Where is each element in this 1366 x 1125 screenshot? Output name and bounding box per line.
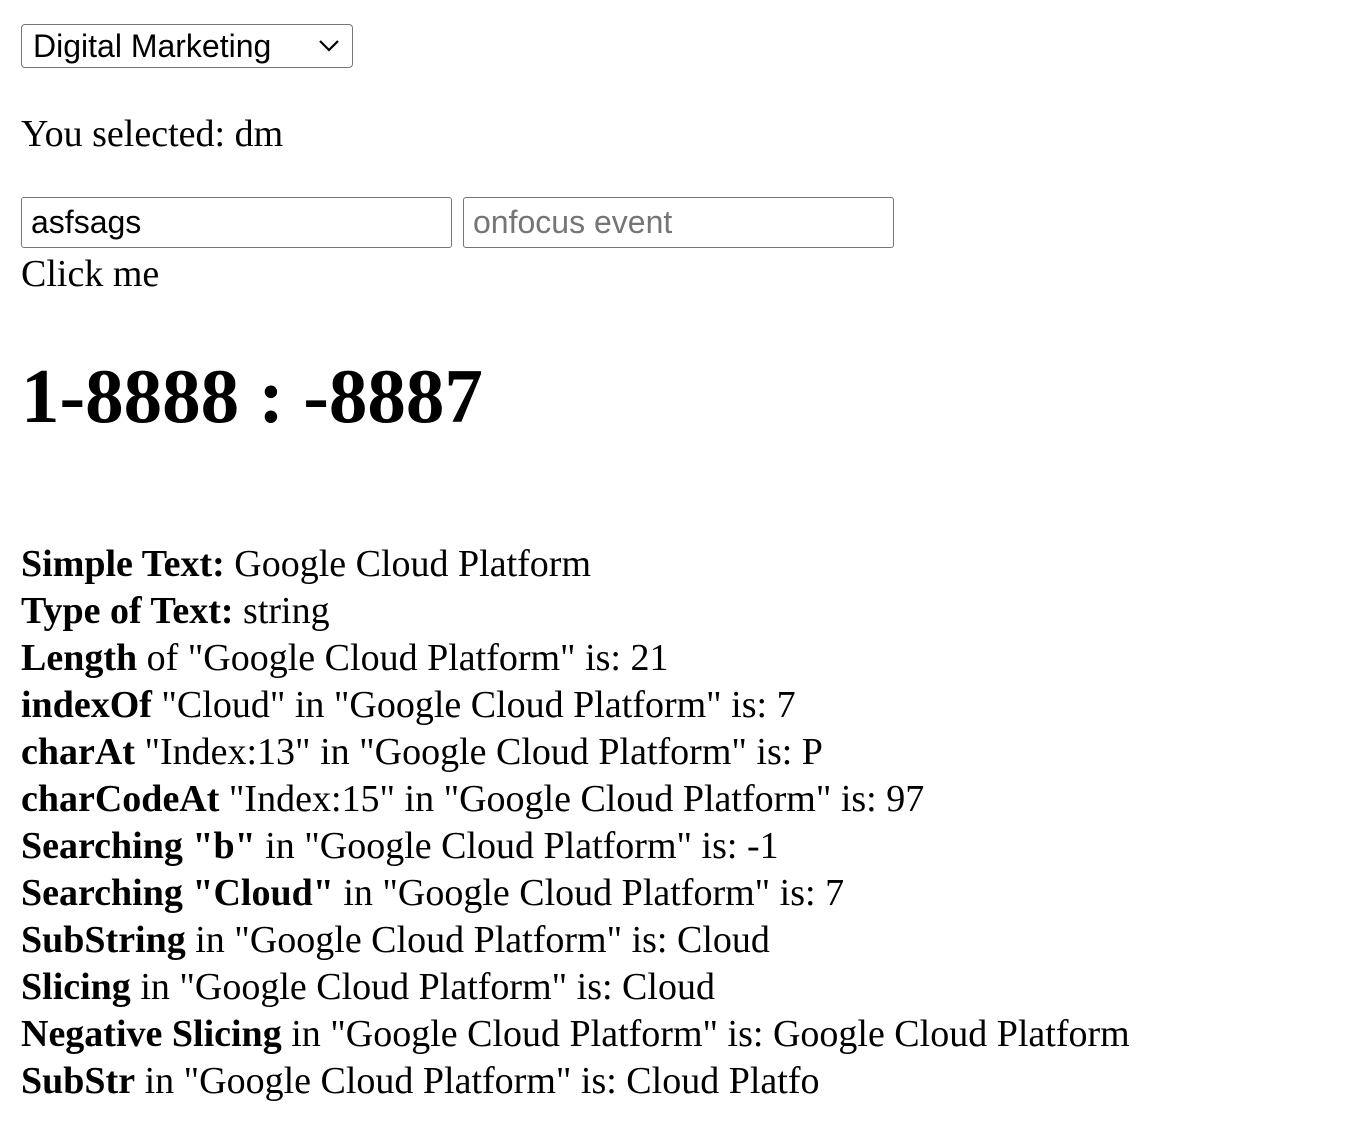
result-line: SubString in "Google Cloud Platform" is:… [21, 917, 1130, 964]
result-value: of "Google Cloud Platform" is: 21 [137, 637, 669, 679]
result-label: Negative Slicing [21, 1013, 282, 1055]
result-line: SubStr in "Google Cloud Platform" is: Cl… [21, 1058, 1130, 1105]
result-value: in "Google Cloud Platform" is: Cloud Pla… [135, 1060, 820, 1102]
result-value: "Cloud" in "Google Cloud Platform" is: 7 [151, 684, 796, 726]
text-input[interactable] [21, 197, 452, 248]
result-label: SubString [21, 919, 186, 961]
result-value: "Index:15" in "Google Cloud Platform" is… [219, 778, 925, 820]
result-value: Google Cloud Platform [224, 543, 592, 585]
result-line: Slicing in "Google Cloud Platform" is: C… [21, 964, 1130, 1011]
result-label: Slicing [21, 966, 131, 1008]
result-value: in "Google Cloud Platform" is: -1 [255, 825, 779, 867]
result-line: charCodeAt "Index:15" in "Google Cloud P… [21, 776, 1130, 823]
chevron-down-icon [319, 40, 339, 52]
result-line: Searching "b" in "Google Cloud Platform"… [21, 823, 1130, 870]
result-label: charCodeAt [21, 778, 220, 820]
result-value: in "Google Cloud Platform" is: Google Cl… [281, 1013, 1130, 1055]
course-select[interactable]: Digital Marketing [21, 24, 353, 68]
result-line: Searching "Cloud" in "Google Cloud Platf… [21, 870, 1130, 917]
string-results: Simple Text: Google Cloud Platform Type … [21, 541, 1130, 1105]
result-line: charAt "Index:13" in "Google Cloud Platf… [21, 729, 1130, 776]
result-line: Simple Text: Google Cloud Platform [21, 541, 1130, 588]
result-label: Searching "b" [21, 825, 256, 867]
result-heading: 1-8888 : -8887 [21, 353, 483, 439]
result-value: in "Google Cloud Platform" is: Cloud [185, 919, 770, 961]
result-label: Searching "Cloud" [21, 872, 334, 914]
result-line: Type of Text: string [21, 588, 1130, 635]
result-line: Negative Slicing in "Google Cloud Platfo… [21, 1011, 1130, 1058]
result-value: in "Google Cloud Platform" is: 7 [333, 872, 845, 914]
result-label: Length [21, 637, 138, 679]
result-label: Simple Text: [21, 543, 225, 585]
result-line: indexOf "Cloud" in "Google Cloud Platfor… [21, 682, 1130, 729]
selection-text: You selected: dm [21, 113, 284, 155]
result-label: charAt [21, 731, 135, 773]
click-me-text[interactable]: Click me [21, 252, 159, 296]
result-line: Length of "Google Cloud Platform" is: 21 [21, 635, 1130, 682]
course-select-value: Digital Marketing [33, 28, 272, 64]
result-label: Type of Text: [21, 590, 234, 632]
result-value: string [233, 590, 330, 632]
result-value: "Index:13" in "Google Cloud Platform" is… [134, 731, 823, 773]
result-label: indexOf [21, 684, 152, 726]
onfocus-input[interactable] [463, 197, 894, 248]
result-value: in "Google Cloud Platform" is: Cloud [130, 966, 715, 1008]
result-label: SubStr [21, 1060, 136, 1102]
